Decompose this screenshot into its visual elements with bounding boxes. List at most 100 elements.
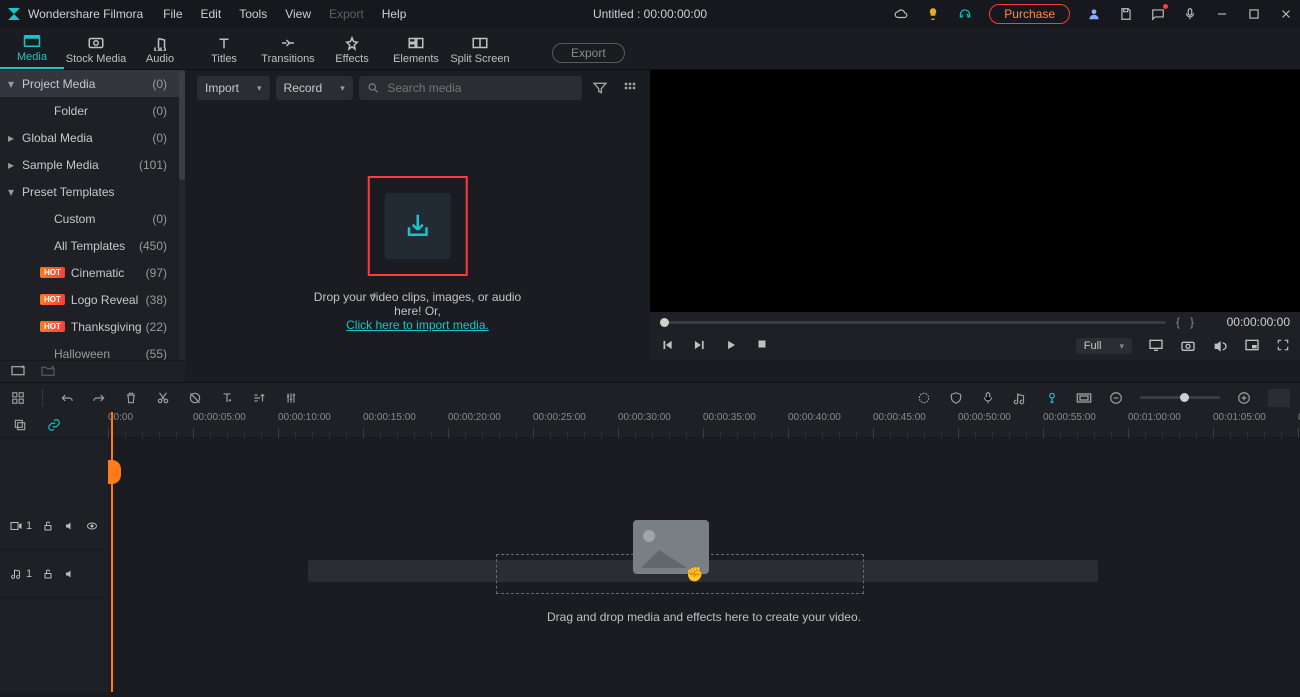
- record-dropdown[interactable]: Record▾: [276, 76, 353, 100]
- delete-icon[interactable]: [123, 390, 139, 406]
- zoom-in-icon[interactable]: [1236, 390, 1252, 406]
- ratio-icon[interactable]: [1076, 390, 1092, 406]
- add-media-icon[interactable]: [10, 363, 26, 380]
- lock-icon[interactable]: [42, 568, 54, 580]
- grid-view-icon[interactable]: [618, 76, 642, 100]
- timeline: 1 1 00:0000:00:05:0000:00:10:0000:00:15:…: [0, 412, 1300, 692]
- fullscreen-icon[interactable]: [1276, 338, 1290, 355]
- filter-icon[interactable]: [588, 76, 612, 100]
- menu-edit[interactable]: Edit: [201, 7, 222, 21]
- menu-tools[interactable]: Tools: [239, 7, 267, 21]
- tab-split-screen[interactable]: Split Screen: [448, 35, 512, 69]
- sidebar-item-count: (55): [146, 347, 175, 361]
- sidebar-item-halloween[interactable]: Halloween(55): [0, 340, 185, 360]
- redo-icon[interactable]: [91, 390, 107, 406]
- scrub-knob[interactable]: [660, 318, 669, 327]
- link-icon[interactable]: [46, 417, 62, 433]
- zoom-fit-icon[interactable]: [1268, 389, 1290, 407]
- adjust-icon[interactable]: [283, 390, 299, 406]
- media-icon: [23, 33, 41, 49]
- menu-view[interactable]: View: [285, 7, 311, 21]
- tab-media[interactable]: Media: [0, 33, 64, 69]
- support-icon[interactable]: [957, 6, 973, 22]
- zoom-thumb[interactable]: [1180, 393, 1189, 402]
- message-icon[interactable]: [1150, 6, 1166, 22]
- grab-cursor-icon: ✊: [686, 566, 703, 583]
- import-media-link[interactable]: Click here to import media.: [346, 318, 489, 332]
- grid-icon[interactable]: [10, 390, 26, 406]
- chevron-right-icon: ▸: [8, 158, 18, 172]
- save-icon[interactable]: [1118, 6, 1134, 22]
- cut-icon[interactable]: [155, 390, 171, 406]
- search-media[interactable]: [359, 76, 582, 100]
- timeline-ruler[interactable]: 00:0000:00:05:0000:00:10:0000:00:15:0000…: [108, 412, 1300, 438]
- purchase-button[interactable]: Purchase: [989, 4, 1070, 24]
- sidebar-item-preset-templates[interactable]: ▾Preset Templates: [0, 178, 185, 205]
- tab-effects[interactable]: Effects: [320, 35, 384, 69]
- video-track-header[interactable]: 1: [0, 502, 108, 550]
- mark-in-icon[interactable]: {: [1176, 315, 1180, 329]
- add-folder-icon[interactable]: [40, 363, 56, 380]
- stop-icon[interactable]: [756, 338, 768, 355]
- menu-help[interactable]: Help: [382, 7, 407, 21]
- ruler-tick: 00:00:10:00: [278, 412, 331, 423]
- visibility-icon[interactable]: [86, 520, 98, 532]
- speed-icon[interactable]: [251, 390, 267, 406]
- audio-mixer-icon[interactable]: [1012, 390, 1028, 406]
- maximize-icon[interactable]: [1246, 6, 1262, 22]
- zoom-slider[interactable]: [1140, 396, 1220, 399]
- sidebar-item-project-media[interactable]: ▾Project Media(0): [0, 70, 185, 97]
- search-input[interactable]: [387, 81, 574, 95]
- marker-icon[interactable]: [1044, 390, 1060, 406]
- sidebar-item-thanksgiving[interactable]: HOTThanksgiving(22): [0, 313, 185, 340]
- snapshot-icon[interactable]: [1180, 338, 1196, 355]
- cloud-icon[interactable]: [893, 6, 909, 22]
- audio-track-header[interactable]: 1: [0, 550, 108, 598]
- playhead[interactable]: [111, 412, 113, 692]
- export-button[interactable]: Export: [552, 43, 625, 63]
- sidebar-item-global-media[interactable]: ▸Global Media(0): [0, 124, 185, 151]
- mute-icon[interactable]: [64, 568, 76, 580]
- import-dropdown[interactable]: Import▾: [197, 76, 270, 100]
- preview-quality-dropdown[interactable]: Full▾: [1076, 338, 1132, 354]
- mark-out-icon[interactable]: }: [1190, 315, 1194, 329]
- voiceover-icon[interactable]: [980, 390, 996, 406]
- tab-transitions[interactable]: Transitions: [256, 35, 320, 69]
- crop-icon[interactable]: [187, 390, 203, 406]
- tab-stock-media[interactable]: Stock Media: [64, 35, 128, 69]
- mute-icon[interactable]: [64, 520, 76, 532]
- render-icon[interactable]: [916, 390, 932, 406]
- ruler-tick: 00:00:05:00: [193, 412, 246, 423]
- volume-icon[interactable]: [1212, 338, 1228, 355]
- ruler-tick: 00:01:05:00: [1213, 412, 1266, 423]
- zoom-out-icon[interactable]: [1108, 390, 1124, 406]
- undo-icon[interactable]: [59, 390, 75, 406]
- scrub-track[interactable]: [660, 321, 1166, 324]
- mic-icon[interactable]: [1182, 6, 1198, 22]
- sidebar-item-logo-reveal[interactable]: HOTLogo Reveal(38): [0, 286, 185, 313]
- prev-frame-icon[interactable]: [660, 338, 674, 355]
- duplicate-icon[interactable]: [12, 417, 28, 433]
- close-icon[interactable]: [1278, 6, 1294, 22]
- play-icon[interactable]: [724, 338, 738, 355]
- sidebar-item-custom[interactable]: Custom(0): [0, 205, 185, 232]
- sidebar-item-all-templates[interactable]: All Templates(450): [0, 232, 185, 259]
- lock-icon[interactable]: [42, 520, 54, 532]
- timeline-canvas[interactable]: 00:0000:00:05:0000:00:10:0000:00:15:0000…: [108, 412, 1300, 692]
- account-icon[interactable]: [1086, 6, 1102, 22]
- sidebar-item-folder[interactable]: Folder(0): [0, 97, 185, 124]
- shield-icon[interactable]: [948, 390, 964, 406]
- tips-icon[interactable]: [925, 6, 941, 22]
- tab-elements[interactable]: Elements: [384, 35, 448, 69]
- pip-icon[interactable]: [1244, 338, 1260, 355]
- text-icon[interactable]: [219, 390, 235, 406]
- menu-file[interactable]: File: [163, 7, 182, 21]
- play-next-icon[interactable]: [692, 338, 706, 355]
- tab-titles[interactable]: Titles: [192, 35, 256, 69]
- minimize-icon[interactable]: [1214, 6, 1230, 22]
- sidebar-item-cinematic[interactable]: HOTCinematic(97): [0, 259, 185, 286]
- sidebar-item-sample-media[interactable]: ▸Sample Media(101): [0, 151, 185, 178]
- display-icon[interactable]: [1148, 338, 1164, 355]
- media-dropzone[interactable]: Drop your video clips, images, or audio …: [301, 176, 534, 332]
- tab-audio[interactable]: Audio: [128, 35, 192, 69]
